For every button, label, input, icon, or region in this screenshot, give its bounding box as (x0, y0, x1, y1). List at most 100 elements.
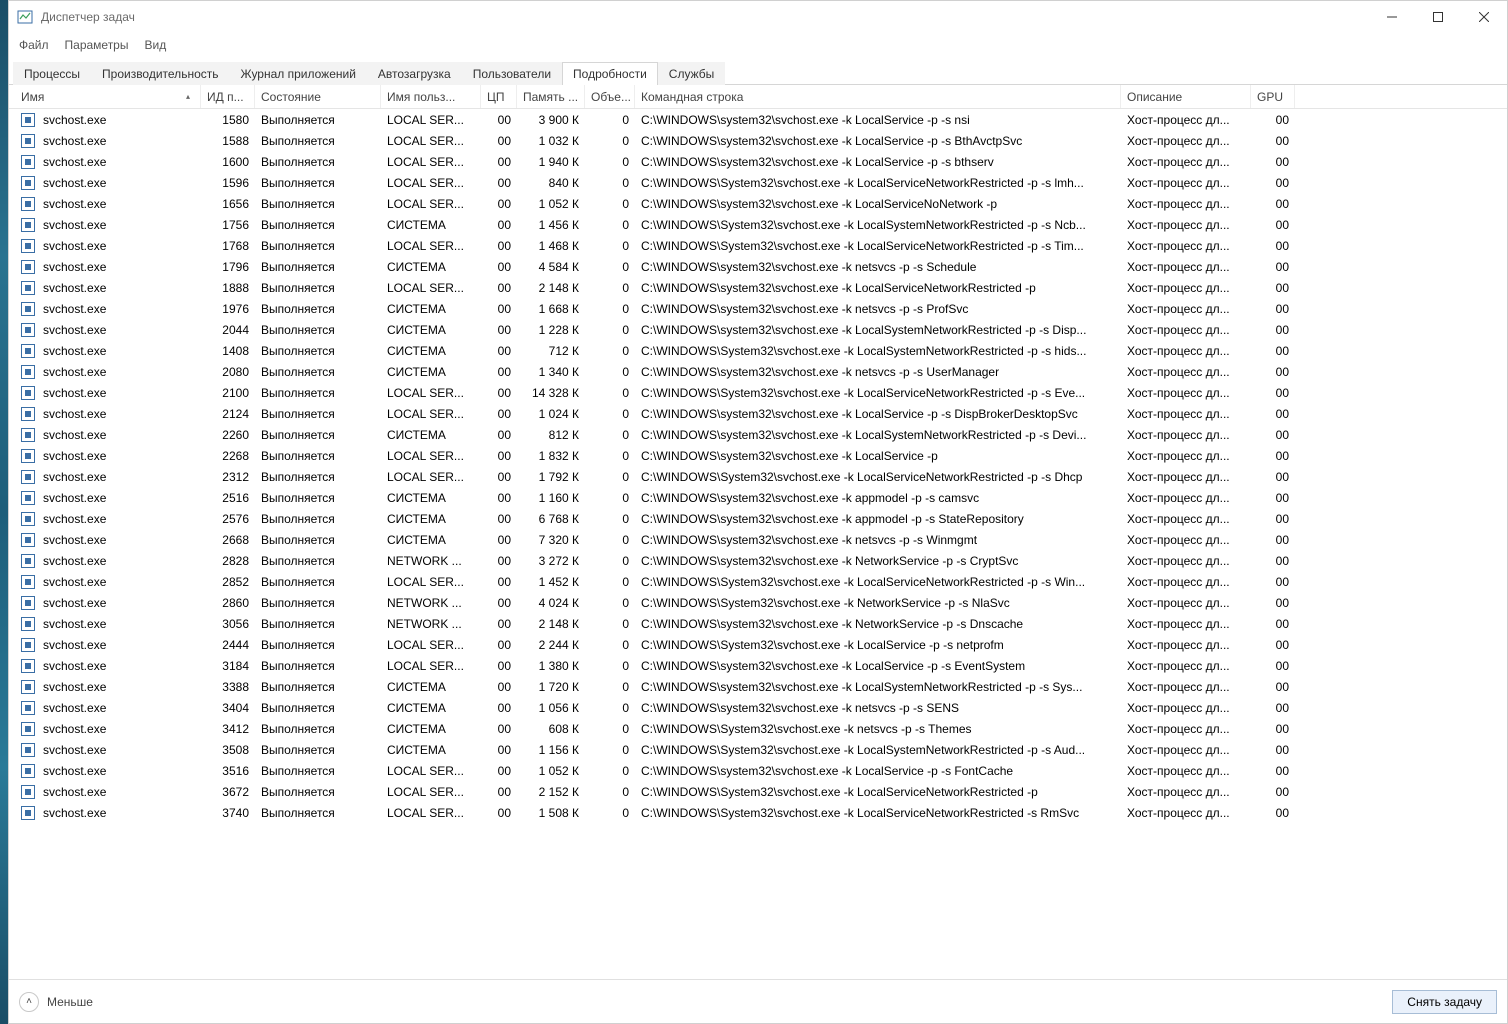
cell-cmdline: C:\WINDOWS\system32\svchost.exe -k Local… (635, 323, 1121, 337)
process-row[interactable]: svchost.exe1796ВыполняетсяСИСТЕМА004 584… (9, 256, 1507, 277)
column-header-name[interactable]: Имя▴ (15, 85, 201, 108)
process-row[interactable]: svchost.exe3412ВыполняетсяСИСТЕМА00608 К… (9, 718, 1507, 739)
process-row[interactable]: svchost.exe3404ВыполняетсяСИСТЕМА001 056… (9, 697, 1507, 718)
cell-memory: 1 024 К (517, 407, 585, 421)
process-row[interactable]: svchost.exe2044ВыполняетсяСИСТЕМА001 228… (9, 319, 1507, 340)
tab-processes[interactable]: Процессы (13, 62, 91, 85)
process-row[interactable]: svchost.exe2516ВыполняетсяСИСТЕМА001 160… (9, 487, 1507, 508)
column-header-objects[interactable]: Объе... (585, 85, 635, 108)
process-row[interactable]: svchost.exe1596ВыполняетсяLOCAL SER...00… (9, 172, 1507, 193)
cell-cpu: 00 (481, 218, 517, 232)
process-row[interactable]: svchost.exe2828ВыполняетсяNETWORK ...003… (9, 550, 1507, 571)
cell-cpu: 00 (481, 344, 517, 358)
tab-app-history[interactable]: Журнал приложений (230, 62, 367, 85)
column-header-pid[interactable]: ИД п... (201, 85, 255, 108)
tab-performance[interactable]: Производительность (91, 62, 229, 85)
process-row[interactable]: svchost.exe2124ВыполняетсяLOCAL SER...00… (9, 403, 1507, 424)
cell-memory: 608 К (517, 722, 585, 736)
cell-user: СИСТЕМА (381, 680, 481, 694)
process-row[interactable]: svchost.exe1656ВыполняетсяLOCAL SER...00… (9, 193, 1507, 214)
cell-memory: 1 052 К (517, 197, 585, 211)
cell-description: Хост-процесс дл... (1121, 176, 1251, 190)
cell-gpu: 00 (1251, 239, 1295, 253)
column-header-cpu[interactable]: ЦП (481, 85, 517, 108)
column-header-status[interactable]: Состояние (255, 85, 381, 108)
process-row[interactable]: svchost.exe2668ВыполняетсяСИСТЕМА007 320… (9, 529, 1507, 550)
menu-view[interactable]: Вид (144, 38, 166, 52)
cell-cpu: 00 (481, 113, 517, 127)
cell-gpu: 00 (1251, 365, 1295, 379)
column-header-cmdline[interactable]: Командная строка (635, 85, 1121, 108)
cell-pid: 1888 (201, 281, 255, 295)
titlebar[interactable]: Диспетчер задач (9, 1, 1507, 33)
fewer-details-label: Меньше (47, 995, 93, 1009)
cell-objects: 0 (585, 218, 635, 232)
cell-objects: 0 (585, 197, 635, 211)
process-row[interactable]: svchost.exe2100ВыполняетсяLOCAL SER...00… (9, 382, 1507, 403)
fewer-details-toggle[interactable]: ˄ Меньше (19, 992, 93, 1012)
cell-gpu: 00 (1251, 533, 1295, 547)
cell-status: Выполняется (255, 134, 381, 148)
process-row[interactable]: svchost.exe2312ВыполняетсяLOCAL SER...00… (9, 466, 1507, 487)
menu-file[interactable]: Файл (19, 38, 49, 52)
process-row[interactable]: svchost.exe1408ВыполняетсяСИСТЕМА00712 К… (9, 340, 1507, 361)
process-row[interactable]: svchost.exe3184ВыполняетсяLOCAL SER...00… (9, 655, 1507, 676)
cell-description: Хост-процесс дл... (1121, 701, 1251, 715)
cell-cmdline: C:\WINDOWS\system32\svchost.exe -k Local… (635, 659, 1121, 673)
cell-name: svchost.exe (15, 659, 201, 673)
cell-user: LOCAL SER... (381, 239, 481, 253)
column-header-gpu[interactable]: GPU (1251, 85, 1295, 108)
process-rows[interactable]: svchost.exe1580ВыполняетсяLOCAL SER...00… (9, 109, 1507, 979)
process-row[interactable]: svchost.exe2080ВыполняетсяСИСТЕМА001 340… (9, 361, 1507, 382)
cell-pid: 2444 (201, 638, 255, 652)
cell-cmdline: C:\WINDOWS\system32\svchost.exe -k netsv… (635, 365, 1121, 379)
process-row[interactable]: svchost.exe1768ВыполняетсяLOCAL SER...00… (9, 235, 1507, 256)
cell-description: Хост-процесс дл... (1121, 344, 1251, 358)
process-row[interactable]: svchost.exe2576ВыполняетсяСИСТЕМА006 768… (9, 508, 1507, 529)
process-row[interactable]: svchost.exe1888ВыполняетсяLOCAL SER...00… (9, 277, 1507, 298)
end-task-button[interactable]: Снять задачу (1392, 990, 1497, 1014)
process-row[interactable]: svchost.exe2852ВыполняетсяLOCAL SER...00… (9, 571, 1507, 592)
cell-pid: 2828 (201, 554, 255, 568)
process-row[interactable]: svchost.exe3056ВыполняетсяNETWORK ...002… (9, 613, 1507, 634)
process-row[interactable]: svchost.exe3516ВыполняетсяLOCAL SER...00… (9, 760, 1507, 781)
tab-services[interactable]: Службы (658, 62, 725, 85)
process-row[interactable]: svchost.exe1588ВыполняетсяLOCAL SER...00… (9, 130, 1507, 151)
process-row[interactable]: svchost.exe3740ВыполняетсяLOCAL SER...00… (9, 802, 1507, 823)
process-row[interactable]: svchost.exe1580ВыполняетсяLOCAL SER...00… (9, 109, 1507, 130)
process-icon (21, 449, 35, 463)
process-icon (21, 575, 35, 589)
cell-memory: 3 900 К (517, 113, 585, 127)
sort-indicator-icon: ▴ (186, 92, 194, 101)
minimize-button[interactable] (1369, 1, 1415, 33)
cell-memory: 1 228 К (517, 323, 585, 337)
cell-description: Хост-процесс дл... (1121, 218, 1251, 232)
column-header-user[interactable]: Имя польз... (381, 85, 481, 108)
process-row[interactable]: svchost.exe1756ВыполняетсяСИСТЕМА001 456… (9, 214, 1507, 235)
process-row[interactable]: svchost.exe1600ВыполняетсяLOCAL SER...00… (9, 151, 1507, 172)
cell-pid: 1408 (201, 344, 255, 358)
cell-status: Выполняется (255, 323, 381, 337)
process-row[interactable]: svchost.exe3508ВыполняетсяСИСТЕМА001 156… (9, 739, 1507, 760)
column-header-description[interactable]: Описание (1121, 85, 1251, 108)
process-icon (21, 365, 35, 379)
cell-gpu: 00 (1251, 617, 1295, 631)
cell-description: Хост-процесс дл... (1121, 449, 1251, 463)
process-row[interactable]: svchost.exe2260ВыполняетсяСИСТЕМА00812 К… (9, 424, 1507, 445)
tab-details[interactable]: Подробности (562, 62, 658, 85)
process-row[interactable]: svchost.exe1976ВыполняетсяСИСТЕМА001 668… (9, 298, 1507, 319)
process-row[interactable]: svchost.exe2268ВыполняетсяLOCAL SER...00… (9, 445, 1507, 466)
cell-user: СИСТЕМА (381, 218, 481, 232)
process-row[interactable]: svchost.exe3388ВыполняетсяСИСТЕМА001 720… (9, 676, 1507, 697)
tab-users[interactable]: Пользователи (462, 62, 562, 85)
task-manager-window: Диспетчер задач Файл Параметры Вид Проце… (8, 0, 1508, 1024)
cell-cmdline: C:\WINDOWS\system32\svchost.exe -k appmo… (635, 512, 1121, 526)
maximize-button[interactable] (1415, 1, 1461, 33)
column-header-memory[interactable]: Память ... (517, 85, 585, 108)
menu-options[interactable]: Параметры (65, 38, 129, 52)
tab-startup[interactable]: Автозагрузка (367, 62, 462, 85)
process-row[interactable]: svchost.exe3672ВыполняетсяLOCAL SER...00… (9, 781, 1507, 802)
close-button[interactable] (1461, 1, 1507, 33)
process-row[interactable]: svchost.exe2444ВыполняетсяLOCAL SER...00… (9, 634, 1507, 655)
process-row[interactable]: svchost.exe2860ВыполняетсяNETWORK ...004… (9, 592, 1507, 613)
